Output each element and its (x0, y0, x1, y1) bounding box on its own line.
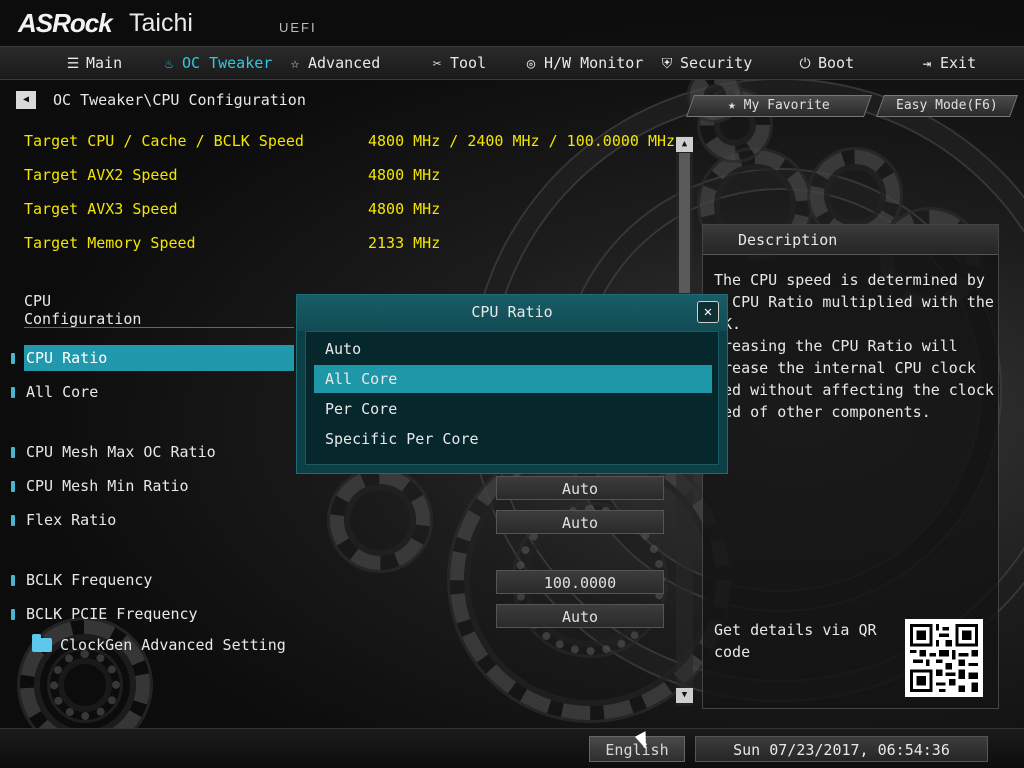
info-value: 4800 MHz / 2400 MHz / 100.0000 MHz (368, 132, 676, 150)
option-auto[interactable]: Auto (314, 335, 712, 363)
tab-label: Security (680, 54, 753, 72)
row-marker-icon (11, 387, 15, 398)
setting-label[interactable]: BCLK PCIE Frequency (26, 605, 198, 623)
tab-advanced[interactable]: ☆ Advanced (286, 47, 380, 81)
flame-icon: ♨ (164, 56, 174, 72)
tab-exit[interactable]: ⇥ Exit (918, 47, 976, 81)
main-nav: ☰ Main ♨ OC Tweaker ☆ Advanced ✂ Tool ◎ H/W M… (0, 46, 1024, 80)
info-label: Target CPU / Cache / BCLK Speed (24, 132, 304, 150)
tab-label: Tool (450, 54, 487, 72)
setting-label: CPU Ratio (26, 349, 108, 367)
close-icon[interactable]: ✕ (697, 301, 719, 323)
back-button[interactable]: ◀ (16, 91, 36, 109)
info-label: Target Memory Speed (24, 234, 196, 252)
tools-icon: ✂ (432, 56, 442, 72)
submenu-clockgen[interactable]: ClockGen Advanced Setting (60, 636, 286, 654)
setting-label[interactable]: Flex Ratio (26, 511, 116, 529)
star-icon: ☆ (290, 56, 300, 72)
easy-mode-button[interactable]: Easy Mode(F6) (875, 95, 1019, 117)
scroll-down-icon[interactable]: ▼ (676, 688, 693, 703)
description-text: The CPU speed is determined by e CPU Rat… (714, 271, 994, 421)
cpu-ratio-dialog: CPU Ratio ✕ Auto All Core Per Core Speci… (296, 294, 728, 474)
tab-label: H/W Monitor (544, 54, 644, 72)
my-favorite-button[interactable]: ★ My Favorite (685, 95, 873, 117)
setting-value-button[interactable]: Auto (496, 604, 664, 628)
description-header: Description (703, 225, 998, 255)
row-marker-icon (11, 481, 15, 492)
tab-main[interactable]: ☰ Main (64, 47, 122, 81)
tab-label: OC Tweaker (182, 54, 273, 72)
scroll-up-icon[interactable]: ▲ (676, 137, 693, 152)
setting-label[interactable]: All Core (26, 383, 98, 401)
info-label: Target AVX2 Speed (24, 166, 178, 184)
firmware-label: UEFI (279, 20, 317, 35)
brand-logo: ASRock (18, 8, 113, 38)
info-label: Target AVX3 Speed (24, 200, 178, 218)
option-per-core[interactable]: Per Core (314, 395, 712, 423)
row-marker-icon (11, 609, 15, 620)
row-marker-icon (11, 353, 15, 364)
model-name: Taichi (129, 9, 193, 37)
setting-label[interactable]: CPU Mesh Min Ratio (26, 477, 189, 495)
tab-hw-monitor[interactable]: ◎ H/W Monitor (522, 47, 644, 81)
exit-icon: ⇥ (922, 56, 932, 72)
dialog-header: CPU Ratio ✕ (297, 295, 727, 331)
tab-label: Exit (940, 54, 977, 72)
breadcrumb: OC Tweaker\CPU Configuration (53, 91, 306, 109)
info-value: 4800 MHz (368, 166, 441, 184)
datetime-display: Sun 07/23/2017, 06:54:36 (695, 736, 988, 762)
option-specific-per-core[interactable]: Specific Per Core (314, 425, 712, 453)
info-value: 4800 MHz (368, 200, 441, 218)
tab-tool[interactable]: ✂ Tool (428, 47, 486, 81)
tab-boot[interactable]: ⏻ Boot (796, 47, 854, 81)
tab-security[interactable]: ⛨ Security (658, 47, 753, 81)
section-divider (24, 327, 294, 328)
description-title: Description (738, 231, 838, 249)
setting-value-input[interactable]: 100.0000 (496, 570, 664, 594)
qr-caption: Get details via QR code (714, 621, 877, 661)
shield-icon: ⛨ (661, 56, 673, 72)
row-marker-icon (11, 515, 15, 526)
row-marker-icon (11, 575, 15, 586)
my-favorite-label: ★ My Favorite (728, 98, 830, 113)
monitor-icon: ◎ (526, 56, 536, 72)
list-icon: ☰ (66, 56, 80, 72)
option-list: Auto All Core Per Core Specific Per Core (305, 331, 719, 465)
tab-oc-tweaker[interactable]: ♨ OC Tweaker (160, 47, 273, 81)
setting-label[interactable]: BCLK Frequency (26, 571, 152, 589)
description-panel: Description The CPU speed is determined … (702, 224, 999, 709)
section-title: CPU Configuration (24, 292, 142, 328)
scroll-thumb[interactable] (679, 153, 690, 293)
qr-code-icon (905, 619, 983, 697)
row-marker-icon (11, 447, 15, 458)
power-icon: ⏻ (799, 56, 811, 72)
setting-label[interactable]: CPU Mesh Max OC Ratio (26, 443, 216, 461)
tab-label: Main (86, 54, 123, 72)
info-value: 2133 MHz (368, 234, 441, 252)
folder-icon (32, 634, 52, 652)
setting-value-button[interactable]: Auto (496, 510, 664, 534)
tab-label: Advanced (308, 54, 381, 72)
easy-mode-label: Easy Mode(F6) (896, 98, 998, 113)
header: ASRock Taichi UEFI (0, 0, 1024, 46)
tab-label: Boot (818, 54, 855, 72)
option-all-core[interactable]: All Core (314, 365, 712, 393)
setting-value-button[interactable]: Auto (496, 476, 664, 500)
dialog-title: CPU Ratio (471, 303, 553, 321)
